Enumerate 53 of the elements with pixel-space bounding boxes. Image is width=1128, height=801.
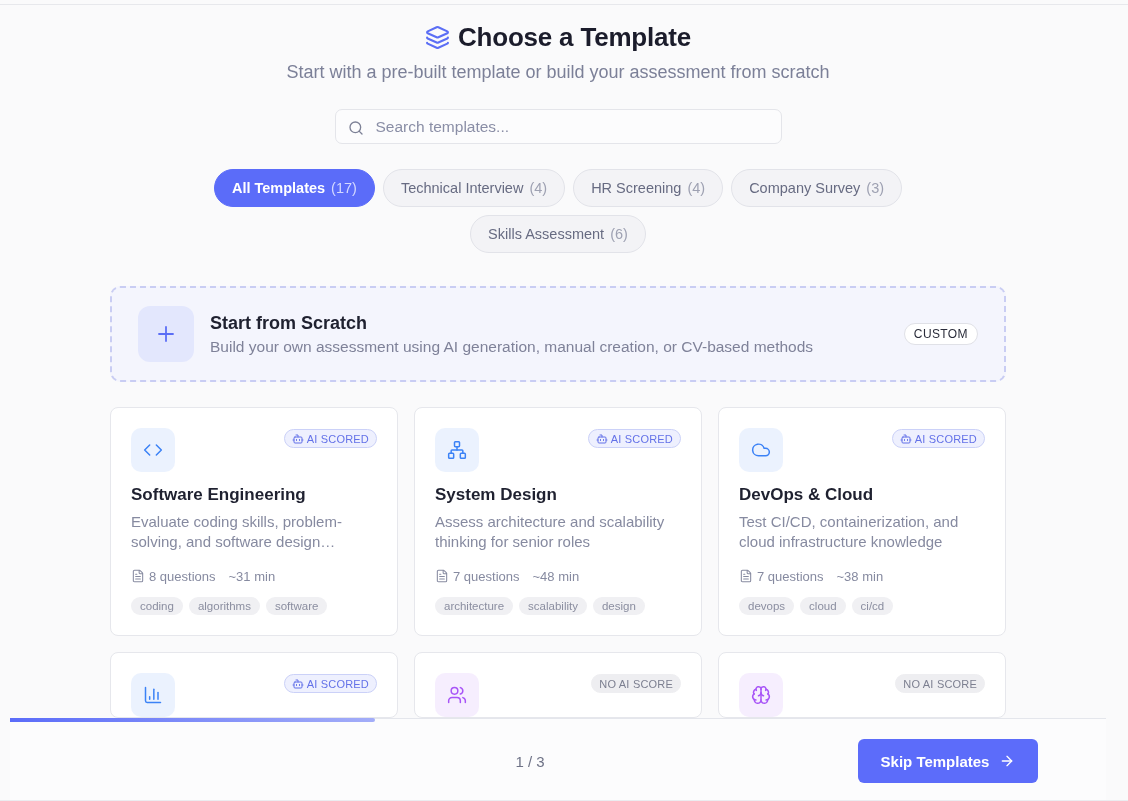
search-icon <box>347 120 364 136</box>
page-title: Choose a Template <box>457 21 692 53</box>
duration: ~48 min <box>532 568 580 584</box>
tag: ci/cd <box>851 597 894 615</box>
page-subtitle: Start with a pre-built template or build your assessment from scratch <box>286 61 830 83</box>
plus-icon <box>138 306 194 363</box>
skip-templates-button[interactable]: Skip Templates <box>858 739 1038 783</box>
scratch-description: Build your own assessment using AI generation, manual creation, or CV-based methods <box>210 337 814 358</box>
template-card[interactable]: NO AI SCORE <box>718 652 1006 718</box>
start-from-scratch-card[interactable]: Start from Scratch Build your own assessment using AI generation, manual creation, or CV-based methods CUSTOM <box>110 286 1006 382</box>
tag: cloud <box>800 597 846 615</box>
filter-chip[interactable]: HR Screening (4) <box>573 169 724 208</box>
filter-chip[interactable]: Company Survey (3) <box>731 169 903 208</box>
filter-chip[interactable]: Technical Interview (4) <box>382 169 566 208</box>
template-title: Software Engineering <box>131 484 306 506</box>
template-card[interactable]: AI SCORED <box>110 652 398 718</box>
no-ai-score-badge: NO AI SCORE <box>895 674 985 693</box>
layers-icon <box>424 24 450 50</box>
no-ai-score-badge: NO AI SCORE <box>591 674 681 693</box>
template-card[interactable]: AI SCORED DevOps & Cloud Test CI/CD, containerization, and cloud infrastructure knowledge 7 questions ~38 min devops cloud ci/cd <box>718 407 1006 636</box>
filter-chip[interactable]: Skills Assessment (6) <box>470 215 646 254</box>
template-title: System Design <box>435 484 557 506</box>
template-card[interactable]: AI SCORED System Design Assess architecture and scalability thinking for senior roles 7 questions ~48 min architecture scalability design <box>414 407 702 636</box>
tag: algorithms <box>188 597 260 615</box>
page-counter: 1 / 3 <box>515 752 545 770</box>
custom-badge: CUSTOM <box>903 323 978 346</box>
template-description: Evaluate coding skills, problem-solving, and software design… <box>131 512 343 552</box>
ai-scored-badge: AI SCORED <box>283 674 377 693</box>
tag: software <box>265 597 328 615</box>
ai-scored-badge: AI SCORED <box>587 429 681 448</box>
template-description: Test CI/CD, containerization, and cloud infrastructure knowledge <box>739 512 960 552</box>
document-icon <box>739 569 753 583</box>
duration: ~38 min <box>836 568 884 584</box>
tag: architecture <box>435 597 514 615</box>
document-icon <box>131 569 145 583</box>
scratch-title: Start from Scratch <box>210 312 368 336</box>
tag: devops <box>739 597 795 615</box>
duration: ~31 min <box>228 568 276 584</box>
template-card[interactable]: AI SCORED Software Engineering Evaluate coding skills, problem-solving, and software design… 8 questions ~31 min coding algorithms software <box>110 407 398 636</box>
tag: design <box>592 597 645 615</box>
template-card[interactable]: NO AI SCORE <box>414 652 702 718</box>
ai-scored-badge: AI SCORED <box>891 429 985 448</box>
search-field[interactable]: Search templates... <box>334 109 782 145</box>
filter-chip[interactable]: All Templates (17) <box>213 169 375 208</box>
question-count: 8 questions <box>149 568 216 584</box>
ai-scored-badge: AI SCORED <box>283 429 377 448</box>
template-title: DevOps & Cloud <box>739 484 874 506</box>
tag: scalability <box>519 597 587 615</box>
question-count: 7 questions <box>453 568 520 584</box>
question-count: 7 questions <box>757 568 824 584</box>
document-icon <box>435 569 449 583</box>
tag: coding <box>131 597 183 615</box>
template-description: Assess architecture and scalability thinking for senior roles <box>435 512 666 552</box>
